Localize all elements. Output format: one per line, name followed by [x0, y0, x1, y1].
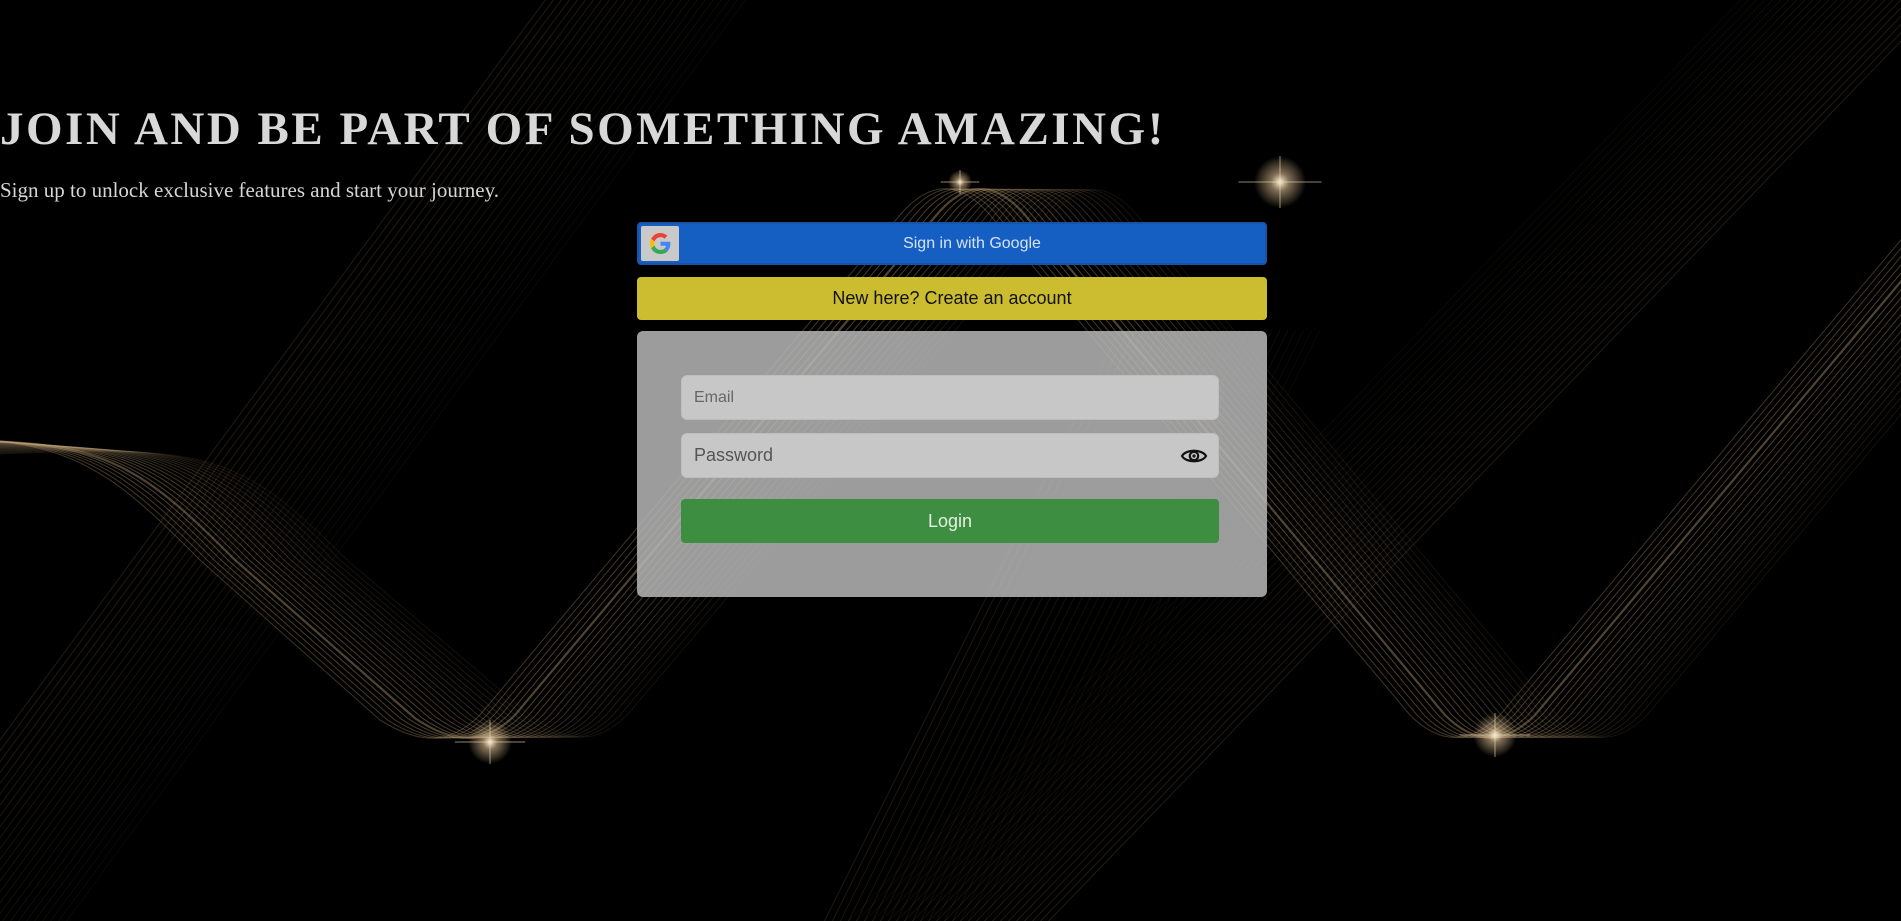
eye-icon[interactable]: [1180, 442, 1208, 470]
login-form-card: Login: [637, 331, 1267, 597]
signup-page: JOIN AND BE PART OF SOMETHING AMAZING! S…: [0, 0, 1901, 921]
google-signin-label: Sign in with Google: [903, 235, 1041, 252]
email-field-wrapper: [681, 375, 1219, 420]
page-title: JOIN AND BE PART OF SOMETHING AMAZING!: [0, 103, 1166, 155]
google-icon-box: [641, 226, 679, 261]
password-field[interactable]: [682, 434, 1218, 477]
login-button[interactable]: Login: [681, 499, 1219, 543]
email-field[interactable]: [682, 376, 1218, 419]
page-subtitle: Sign up to unlock exclusive features and…: [0, 178, 500, 202]
google-g-icon: [650, 233, 671, 254]
google-signin-button[interactable]: Sign in with Google: [637, 222, 1267, 265]
create-account-button[interactable]: New here? Create an account: [637, 277, 1267, 320]
password-field-wrapper: [681, 433, 1219, 478]
sparkle-glint: [1238, 156, 1322, 208]
